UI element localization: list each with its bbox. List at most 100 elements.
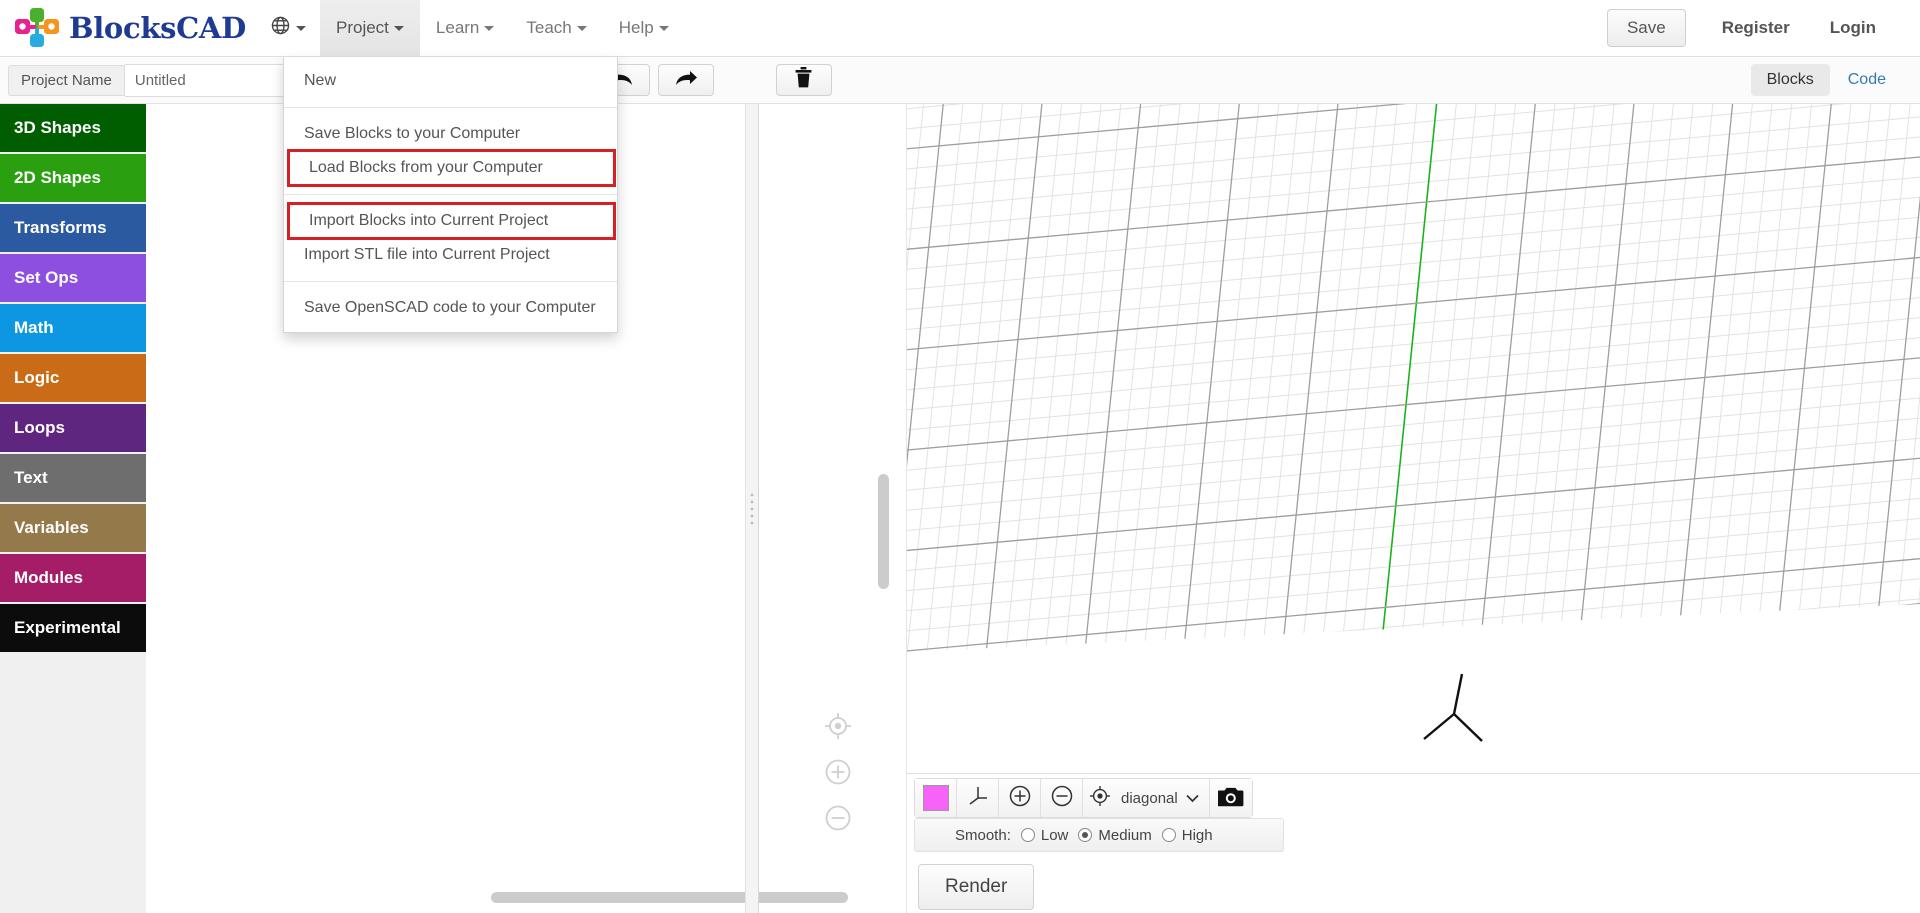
view-mode-toggle: Blocks Code	[1750, 64, 1920, 96]
trash-icon	[795, 67, 812, 93]
panel-resize-handle[interactable]	[745, 104, 759, 913]
chevron-down-icon	[484, 25, 495, 31]
login-link[interactable]: Login	[1812, 0, 1894, 56]
smooth-medium-label: Medium	[1098, 826, 1152, 844]
smooth-option-low[interactable]: Low	[1020, 826, 1069, 844]
project-dropdown-menu: New Save Blocks to your Computer Load Bl…	[283, 57, 618, 333]
block-category-sidebar: 3D Shapes 2D Shapes Transforms Set Ops Math L…	[0, 104, 146, 913]
chevron-down-icon	[658, 25, 669, 31]
sidebar-category-logic[interactable]: Logic	[0, 354, 146, 402]
sidebar-category-label: Loops	[14, 418, 65, 437]
nav-label-learn: Learn	[435, 18, 480, 37]
nav-menu-teach[interactable]: Teach	[510, 0, 602, 56]
menu-item-import-stl[interactable]: Import STL file into Current Project	[284, 238, 617, 272]
menu-item-new[interactable]: New	[284, 64, 617, 98]
sidebar-category-label: Experimental	[14, 618, 121, 637]
smooth-quality-row: Smooth: Low Medium High	[914, 818, 1284, 852]
brand-title: BlocksCAD	[69, 10, 246, 45]
navbar-right-group: Save Register Login	[1606, 0, 1920, 56]
view-angle-select[interactable]: diagonal	[1083, 779, 1210, 817]
viewport-zoom-out-button[interactable]	[1041, 779, 1083, 817]
chevron-down-icon	[1186, 790, 1199, 807]
sidebar-category-label: Text	[14, 468, 48, 487]
radio-medium[interactable]	[1078, 828, 1093, 842]
viewport-grid	[906, 104, 1920, 774]
menu-separator	[284, 281, 617, 282]
language-selector[interactable]	[260, 0, 320, 56]
smooth-option-medium[interactable]: Medium	[1078, 826, 1152, 844]
smooth-low-label: Low	[1040, 826, 1069, 844]
workspace-vertical-scrollbar[interactable]	[878, 474, 889, 589]
view-angle-value: diagonal	[1121, 789, 1178, 807]
viewport-toolbar: diagonal	[914, 778, 1253, 818]
radio-low[interactable]	[1020, 828, 1035, 842]
sidebar-category-set-ops[interactable]: Set Ops	[0, 254, 146, 302]
radio-high[interactable]	[1161, 828, 1176, 842]
zoom-in-icon[interactable]	[821, 755, 855, 789]
sidebar-category-math[interactable]: Math	[0, 304, 146, 352]
color-picker-button[interactable]	[915, 779, 957, 817]
viewport-zoom-in-button[interactable]	[999, 779, 1041, 817]
color-swatch	[922, 785, 949, 811]
sidebar-category-label: 3D Shapes	[14, 118, 101, 137]
save-button[interactable]: Save	[1606, 9, 1686, 47]
sidebar-category-label: Modules	[14, 568, 83, 587]
smooth-label: Smooth:	[955, 826, 1011, 844]
recenter-icon	[1087, 783, 1113, 813]
sidebar-category-label: Math	[14, 318, 54, 337]
chevron-down-icon	[393, 25, 404, 31]
delete-all-button[interactable]	[775, 64, 832, 96]
register-link[interactable]: Register	[1704, 0, 1808, 56]
menu-item-load-blocks[interactable]: Load Blocks from your Computer	[287, 149, 616, 187]
center-target-icon[interactable]	[821, 709, 855, 743]
axes-icon	[966, 784, 990, 813]
globe-icon	[270, 15, 291, 41]
blockscad-logo-icon	[14, 8, 60, 48]
tab-code[interactable]: Code	[1832, 64, 1902, 96]
menu-item-save-blocks[interactable]: Save Blocks to your Computer	[284, 117, 617, 151]
menu-separator	[284, 194, 617, 195]
render-button[interactable]: Render	[918, 864, 1035, 910]
nav-label-help: Help	[618, 18, 654, 37]
sidebar-category-label: Set Ops	[14, 268, 79, 287]
sidebar-category-text[interactable]: Text	[0, 454, 146, 502]
sidebar-category-variables[interactable]: Variables	[0, 504, 146, 552]
viewport-left-border	[906, 104, 907, 913]
menu-separator	[284, 107, 617, 108]
sidebar-category-label: Transforms	[14, 218, 107, 237]
menu-item-import-blocks[interactable]: Import Blocks into Current Project	[287, 202, 616, 240]
brand-logo[interactable]: BlocksCAD	[0, 0, 260, 56]
chevron-down-icon	[295, 25, 306, 31]
redo-button[interactable]	[657, 64, 714, 96]
sidebar-category-transforms[interactable]: Transforms	[0, 204, 146, 252]
show-axes-button[interactable]	[957, 779, 999, 817]
sidebar-category-experimental[interactable]: Experimental	[0, 604, 146, 652]
redo-arrow-icon	[673, 68, 699, 93]
sidebar-category-label: Logic	[14, 368, 60, 387]
viewport-bottom-divider	[906, 773, 1920, 774]
tab-blocks[interactable]: Blocks	[1750, 64, 1830, 96]
sidebar-category-2d-shapes[interactable]: 2D Shapes	[0, 154, 146, 202]
sidebar-category-3d-shapes[interactable]: 3D Shapes	[0, 104, 146, 152]
sidebar-category-loops[interactable]: Loops	[0, 404, 146, 452]
zoom-out-icon[interactable]	[821, 801, 855, 835]
sidebar-category-modules[interactable]: Modules	[0, 554, 146, 602]
nav-menu-learn[interactable]: Learn	[420, 0, 510, 56]
screenshot-button[interactable]	[1209, 779, 1252, 817]
menu-item-save-openscad[interactable]: Save OpenSCAD code to your Computer	[284, 291, 617, 325]
nav-label-teach: Teach	[526, 18, 572, 37]
workspace-horizontal-scrollbar[interactable]	[491, 892, 848, 903]
project-name-label: Project Name	[8, 64, 125, 96]
nav-menu-project[interactable]: Project	[319, 0, 420, 56]
nav-label-project: Project	[335, 18, 389, 37]
smooth-option-high[interactable]: High	[1161, 826, 1213, 844]
nav-menu-help[interactable]: Help	[603, 0, 685, 56]
edit-tool-group	[593, 64, 832, 96]
smooth-high-label: High	[1181, 826, 1213, 844]
sidebar-category-label: Variables	[14, 518, 89, 537]
chevron-down-icon	[576, 25, 587, 31]
3d-viewport[interactable]	[906, 104, 1920, 774]
top-navbar: BlocksCAD Project Learn Teach Help Save …	[0, 0, 1920, 57]
camera-icon	[1217, 785, 1244, 812]
zoom-in-icon	[1007, 783, 1033, 814]
